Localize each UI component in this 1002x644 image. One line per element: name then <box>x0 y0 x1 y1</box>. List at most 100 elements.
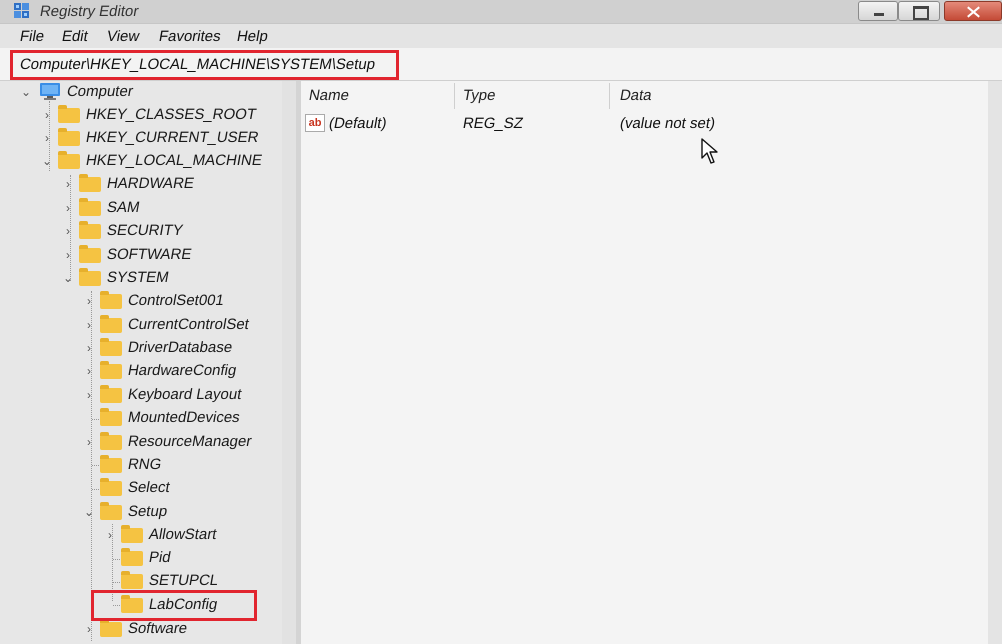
chevron-down-icon[interactable]: ⌄ <box>83 505 95 519</box>
chevron-right-icon[interactable]: › <box>62 177 74 191</box>
column-divider[interactable] <box>609 83 610 109</box>
folder-icon <box>100 432 122 450</box>
tree-label: Keyboard Layout <box>126 386 243 403</box>
tree-item-mounteddevices[interactable]: MountedDevices <box>0 408 282 430</box>
registry-tree[interactable]: ⌄ Computer › HKEY_CLASSES_ROOT › HKEY_CURRE… <box>0 81 282 644</box>
folder-icon <box>121 571 143 589</box>
column-header-type[interactable]: Type <box>462 87 498 104</box>
folder-icon <box>100 385 122 403</box>
tree-label: SOFTWARE <box>105 246 193 263</box>
tree-item-hkey-current-user[interactable]: › HKEY_CURRENT_USER <box>0 128 282 150</box>
tree-item-select[interactable]: Select <box>0 478 282 500</box>
string-value-icon: ab <box>305 114 325 132</box>
chevron-right-icon[interactable]: › <box>83 622 95 636</box>
chevron-right-icon[interactable]: › <box>83 318 95 332</box>
tree-item-pid[interactable]: Pid <box>0 548 282 570</box>
tree-label: Pid <box>147 549 173 566</box>
registry-editor-app-icon <box>14 3 29 18</box>
tree-label: DriverDatabase <box>126 339 234 356</box>
chevron-right-icon[interactable]: › <box>62 224 74 238</box>
tree-item-hardware[interactable]: › HARDWARE <box>0 174 282 196</box>
value-name: (Default) <box>327 115 389 132</box>
tree-item-driverdatabase[interactable]: › DriverDatabase <box>0 338 282 360</box>
tree-label: SETUPCL <box>147 572 220 589</box>
chevron-right-icon[interactable]: › <box>83 435 95 449</box>
chevron-right-icon[interactable]: › <box>41 108 53 122</box>
menu-view[interactable]: View <box>106 28 141 45</box>
chevron-down-icon[interactable]: ⌄ <box>20 85 32 99</box>
column-header-data[interactable]: Data <box>619 87 654 104</box>
address-highlight-box <box>10 50 399 80</box>
tree-item-rng[interactable]: RNG <box>0 455 282 477</box>
folder-icon <box>100 315 122 333</box>
menu-favorites[interactable]: Favorites <box>158 28 223 45</box>
tree-item-hardwareconfig[interactable]: › HardwareConfig <box>0 361 282 383</box>
menu-edit[interactable]: Edit <box>61 28 90 45</box>
tree-label: HKEY_CLASSES_ROOT <box>84 106 258 123</box>
folder-icon <box>100 478 122 496</box>
folder-icon <box>58 151 80 169</box>
minimize-button[interactable] <box>858 1 898 21</box>
folder-icon <box>100 619 122 637</box>
tree-item-allowstart[interactable]: › AllowStart <box>0 525 282 547</box>
chevron-down-icon[interactable]: ⌄ <box>62 271 74 285</box>
chevron-right-icon[interactable]: › <box>62 201 74 215</box>
folder-icon <box>100 408 122 426</box>
tree-item-software[interactable]: › SOFTWARE <box>0 245 282 267</box>
folder-icon <box>100 502 122 520</box>
chevron-right-icon[interactable]: › <box>83 294 95 308</box>
tree-item-currentcontrolset[interactable]: › CurrentControlSet <box>0 315 282 337</box>
chevron-down-icon[interactable]: ⌄ <box>41 154 53 168</box>
chevron-right-icon[interactable]: › <box>83 364 95 378</box>
menu-help[interactable]: Help <box>236 28 270 45</box>
folder-icon <box>79 221 101 239</box>
title-bar: Registry Editor <box>0 0 1002 24</box>
tree-item-resourcemanager[interactable]: › ResourceManager <box>0 432 282 454</box>
tree-item-hkey-classes-root[interactable]: › HKEY_CLASSES_ROOT <box>0 105 282 127</box>
folder-icon <box>100 455 122 473</box>
close-button[interactable] <box>944 1 1002 21</box>
tree-label: HardwareConfig <box>126 362 238 379</box>
column-divider[interactable] <box>454 83 455 109</box>
tree-item-setup[interactable]: ⌄ Setup <box>0 502 282 524</box>
chevron-right-icon[interactable]: › <box>41 131 53 145</box>
folder-icon <box>100 291 122 309</box>
chevron-right-icon[interactable]: › <box>62 248 74 262</box>
folder-icon <box>79 198 101 216</box>
chevron-right-icon[interactable]: › <box>83 388 95 402</box>
tree-label: ControlSet001 <box>126 292 226 309</box>
tree-item-sam[interactable]: › SAM <box>0 198 282 220</box>
values-scrollbar[interactable] <box>988 81 1002 644</box>
maximize-button[interactable] <box>898 1 940 21</box>
tree-label: Select <box>126 479 172 496</box>
chevron-right-icon[interactable]: › <box>83 341 95 355</box>
tree-label: ResourceManager <box>126 433 253 450</box>
computer-icon <box>40 83 60 100</box>
tree-label: MountedDevices <box>126 409 242 426</box>
folder-icon <box>58 128 80 146</box>
tree-label: Computer <box>65 83 135 100</box>
tree-scrollbar[interactable] <box>282 81 296 644</box>
tree-item-hkey-local-machine[interactable]: ⌄ HKEY_LOCAL_MACHINE <box>0 151 282 173</box>
tree-item-security[interactable]: › SECURITY <box>0 221 282 243</box>
tree-label: HKEY_CURRENT_USER <box>84 129 261 146</box>
tree-item-system[interactable]: ⌄ SYSTEM <box>0 268 282 290</box>
tree-label: HARDWARE <box>105 175 196 192</box>
tree-item-software[interactable]: › Software <box>0 619 282 641</box>
value-type: REG_SZ <box>461 115 525 132</box>
menu-bar: File Edit View Favorites Help <box>0 24 1002 48</box>
column-header-name[interactable]: Name <box>308 87 351 104</box>
tree-label: HKEY_LOCAL_MACHINE <box>84 152 264 169</box>
tree-item-keyboard-layout[interactable]: › Keyboard Layout <box>0 385 282 407</box>
folder-icon <box>79 268 101 286</box>
window-title: Registry Editor <box>38 3 140 20</box>
values-list[interactable]: Name Type Data ab (Default) REG_SZ (valu… <box>301 81 988 644</box>
tree-item-controlset001[interactable]: › ControlSet001 <box>0 291 282 313</box>
menu-file[interactable]: File <box>19 28 46 45</box>
tree-item-computer[interactable]: ⌄ Computer <box>0 82 282 104</box>
tree-label: CurrentControlSet <box>126 316 251 333</box>
tree-label: Setup <box>126 503 169 520</box>
mouse-cursor-icon <box>701 138 718 164</box>
chevron-right-icon[interactable]: › <box>104 528 116 542</box>
labconfig-highlight-box <box>91 590 257 621</box>
